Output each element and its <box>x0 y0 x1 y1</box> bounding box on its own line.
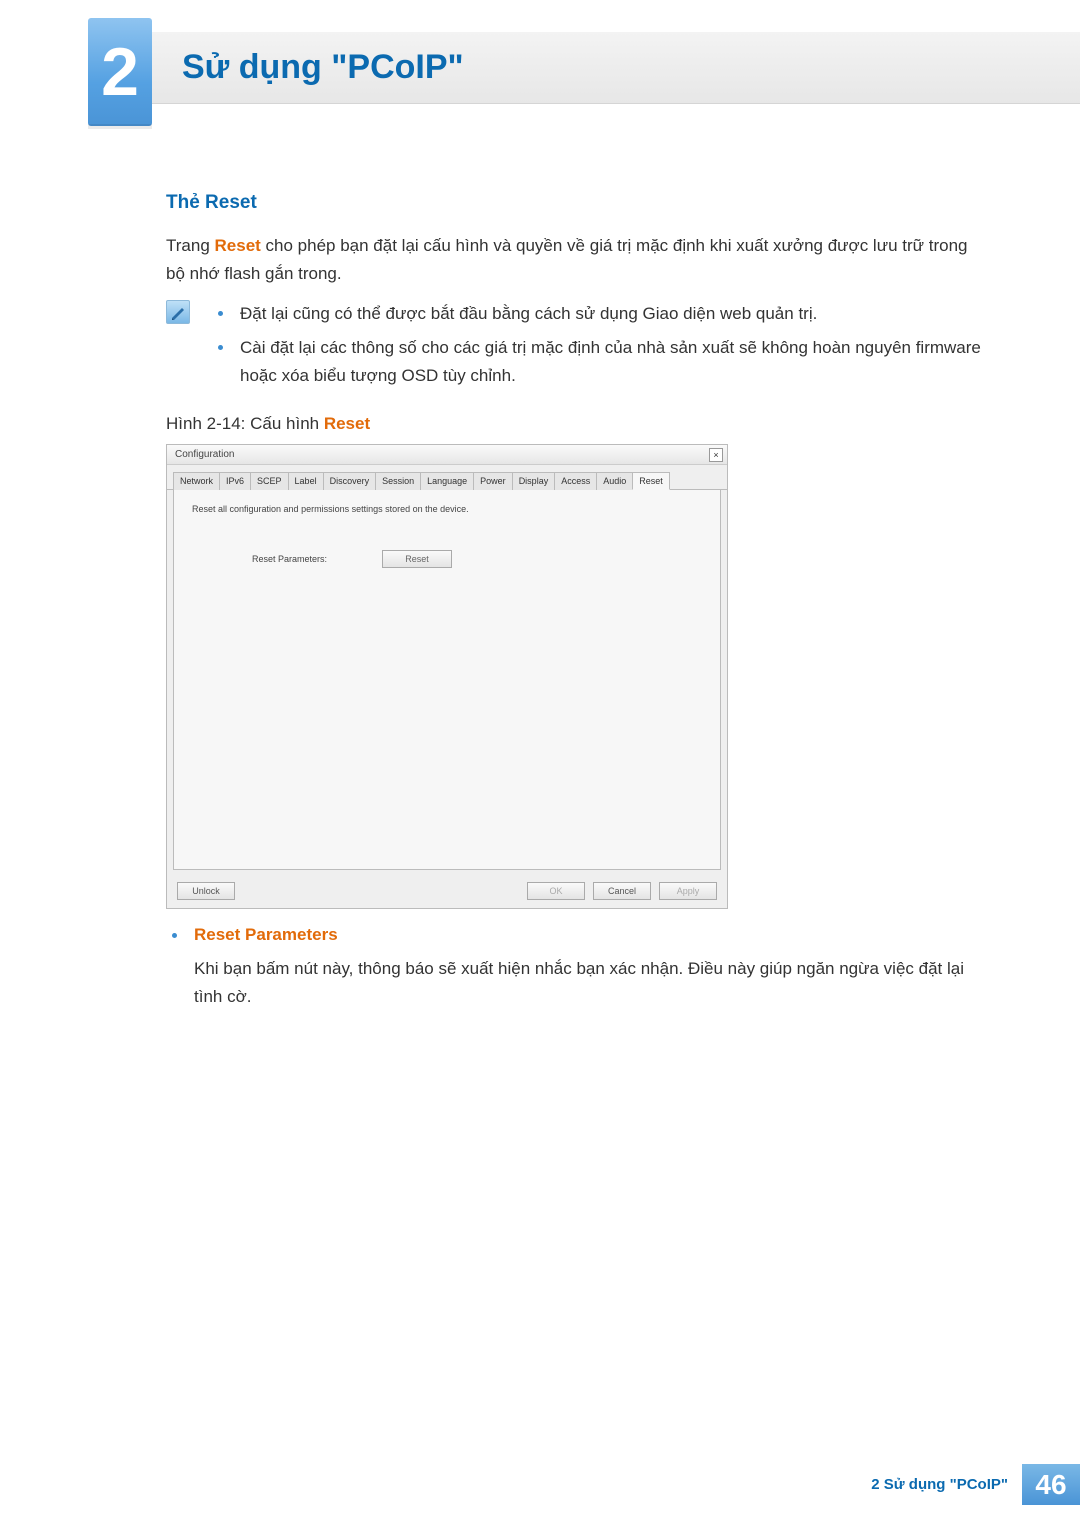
tab-reset[interactable]: Reset <box>632 472 670 490</box>
figure-accent: Reset <box>324 414 370 433</box>
section-heading: Thẻ Reset <box>166 192 990 214</box>
reset-description: Reset all configuration and permissions … <box>192 504 702 514</box>
tab-network[interactable]: Network <box>173 472 220 490</box>
reset-parameters-label: Reset Parameters: <box>252 554 382 564</box>
note-block: Đặt lại cũng có thể được bắt đầu bằng cá… <box>166 300 990 396</box>
config-window: Configuration × Network IPv6 SCEP Label … <box>166 444 728 909</box>
tab-display[interactable]: Display <box>512 472 556 490</box>
tab-access[interactable]: Access <box>554 472 597 490</box>
tab-label[interactable]: Label <box>288 472 324 490</box>
window-title: Configuration <box>175 449 234 460</box>
tab-language[interactable]: Language <box>420 472 474 490</box>
intro-pre: Trang <box>166 236 215 255</box>
close-icon[interactable]: × <box>709 448 723 462</box>
tab-session[interactable]: Session <box>375 472 421 490</box>
note-icon <box>166 300 190 324</box>
note-item: Đặt lại cũng có thể được bắt đầu bằng cá… <box>212 300 990 328</box>
tab-discovery[interactable]: Discovery <box>323 472 377 490</box>
figure-caption: Hình 2-14: Cấu hình Reset <box>166 414 990 434</box>
intro-accent: Reset <box>215 236 261 255</box>
reset-row: Reset Parameters: Reset <box>252 550 702 568</box>
window-titlebar: Configuration × <box>167 445 727 465</box>
footer-page-number: 46 <box>1022 1464 1080 1505</box>
footer-breadcrumb: 2 Sử dụng "PCoIP" <box>871 1464 1022 1505</box>
subsection: Reset Parameters Khi bạn bấm nút này, th… <box>166 925 990 1011</box>
tab-scep[interactable]: SCEP <box>250 472 289 490</box>
unlock-button[interactable]: Unlock <box>177 882 235 900</box>
page-footer: 2 Sử dụng "PCoIP" 46 <box>871 1464 1080 1505</box>
note-list: Đặt lại cũng có thể được bắt đầu bằng cá… <box>212 300 990 396</box>
tabs-row: Network IPv6 SCEP Label Discovery Sessio… <box>167 471 727 490</box>
subsection-text: Khi bạn bấm nút này, thông báo sẽ xuất h… <box>194 955 990 1011</box>
ok-button[interactable]: OK <box>527 882 585 900</box>
tab-ipv6[interactable]: IPv6 <box>219 472 251 490</box>
cancel-button[interactable]: Cancel <box>593 882 651 900</box>
chapter-title: Sử dụng "PCoIP" <box>182 48 464 87</box>
note-item: Cài đặt lại các thông số cho các giá trị… <box>212 334 990 390</box>
figure-pre: Hình 2-14: Cấu hình <box>166 414 324 433</box>
section-intro: Trang Reset cho phép bạn đặt lại cấu hìn… <box>166 232 990 288</box>
tab-power[interactable]: Power <box>473 472 513 490</box>
chapter-number-badge: 2 <box>88 18 152 126</box>
window-footer: Unlock OK Cancel Apply <box>167 876 727 908</box>
apply-button[interactable]: Apply <box>659 882 717 900</box>
intro-post: cho phép bạn đặt lại cấu hình và quyền v… <box>166 236 967 283</box>
window-body: Reset all configuration and permissions … <box>173 490 721 870</box>
tab-audio[interactable]: Audio <box>596 472 633 490</box>
subsection-heading: Reset Parameters <box>194 925 990 945</box>
reset-button[interactable]: Reset <box>382 550 452 568</box>
main-content: Thẻ Reset Trang Reset cho phép bạn đặt l… <box>166 192 990 1011</box>
